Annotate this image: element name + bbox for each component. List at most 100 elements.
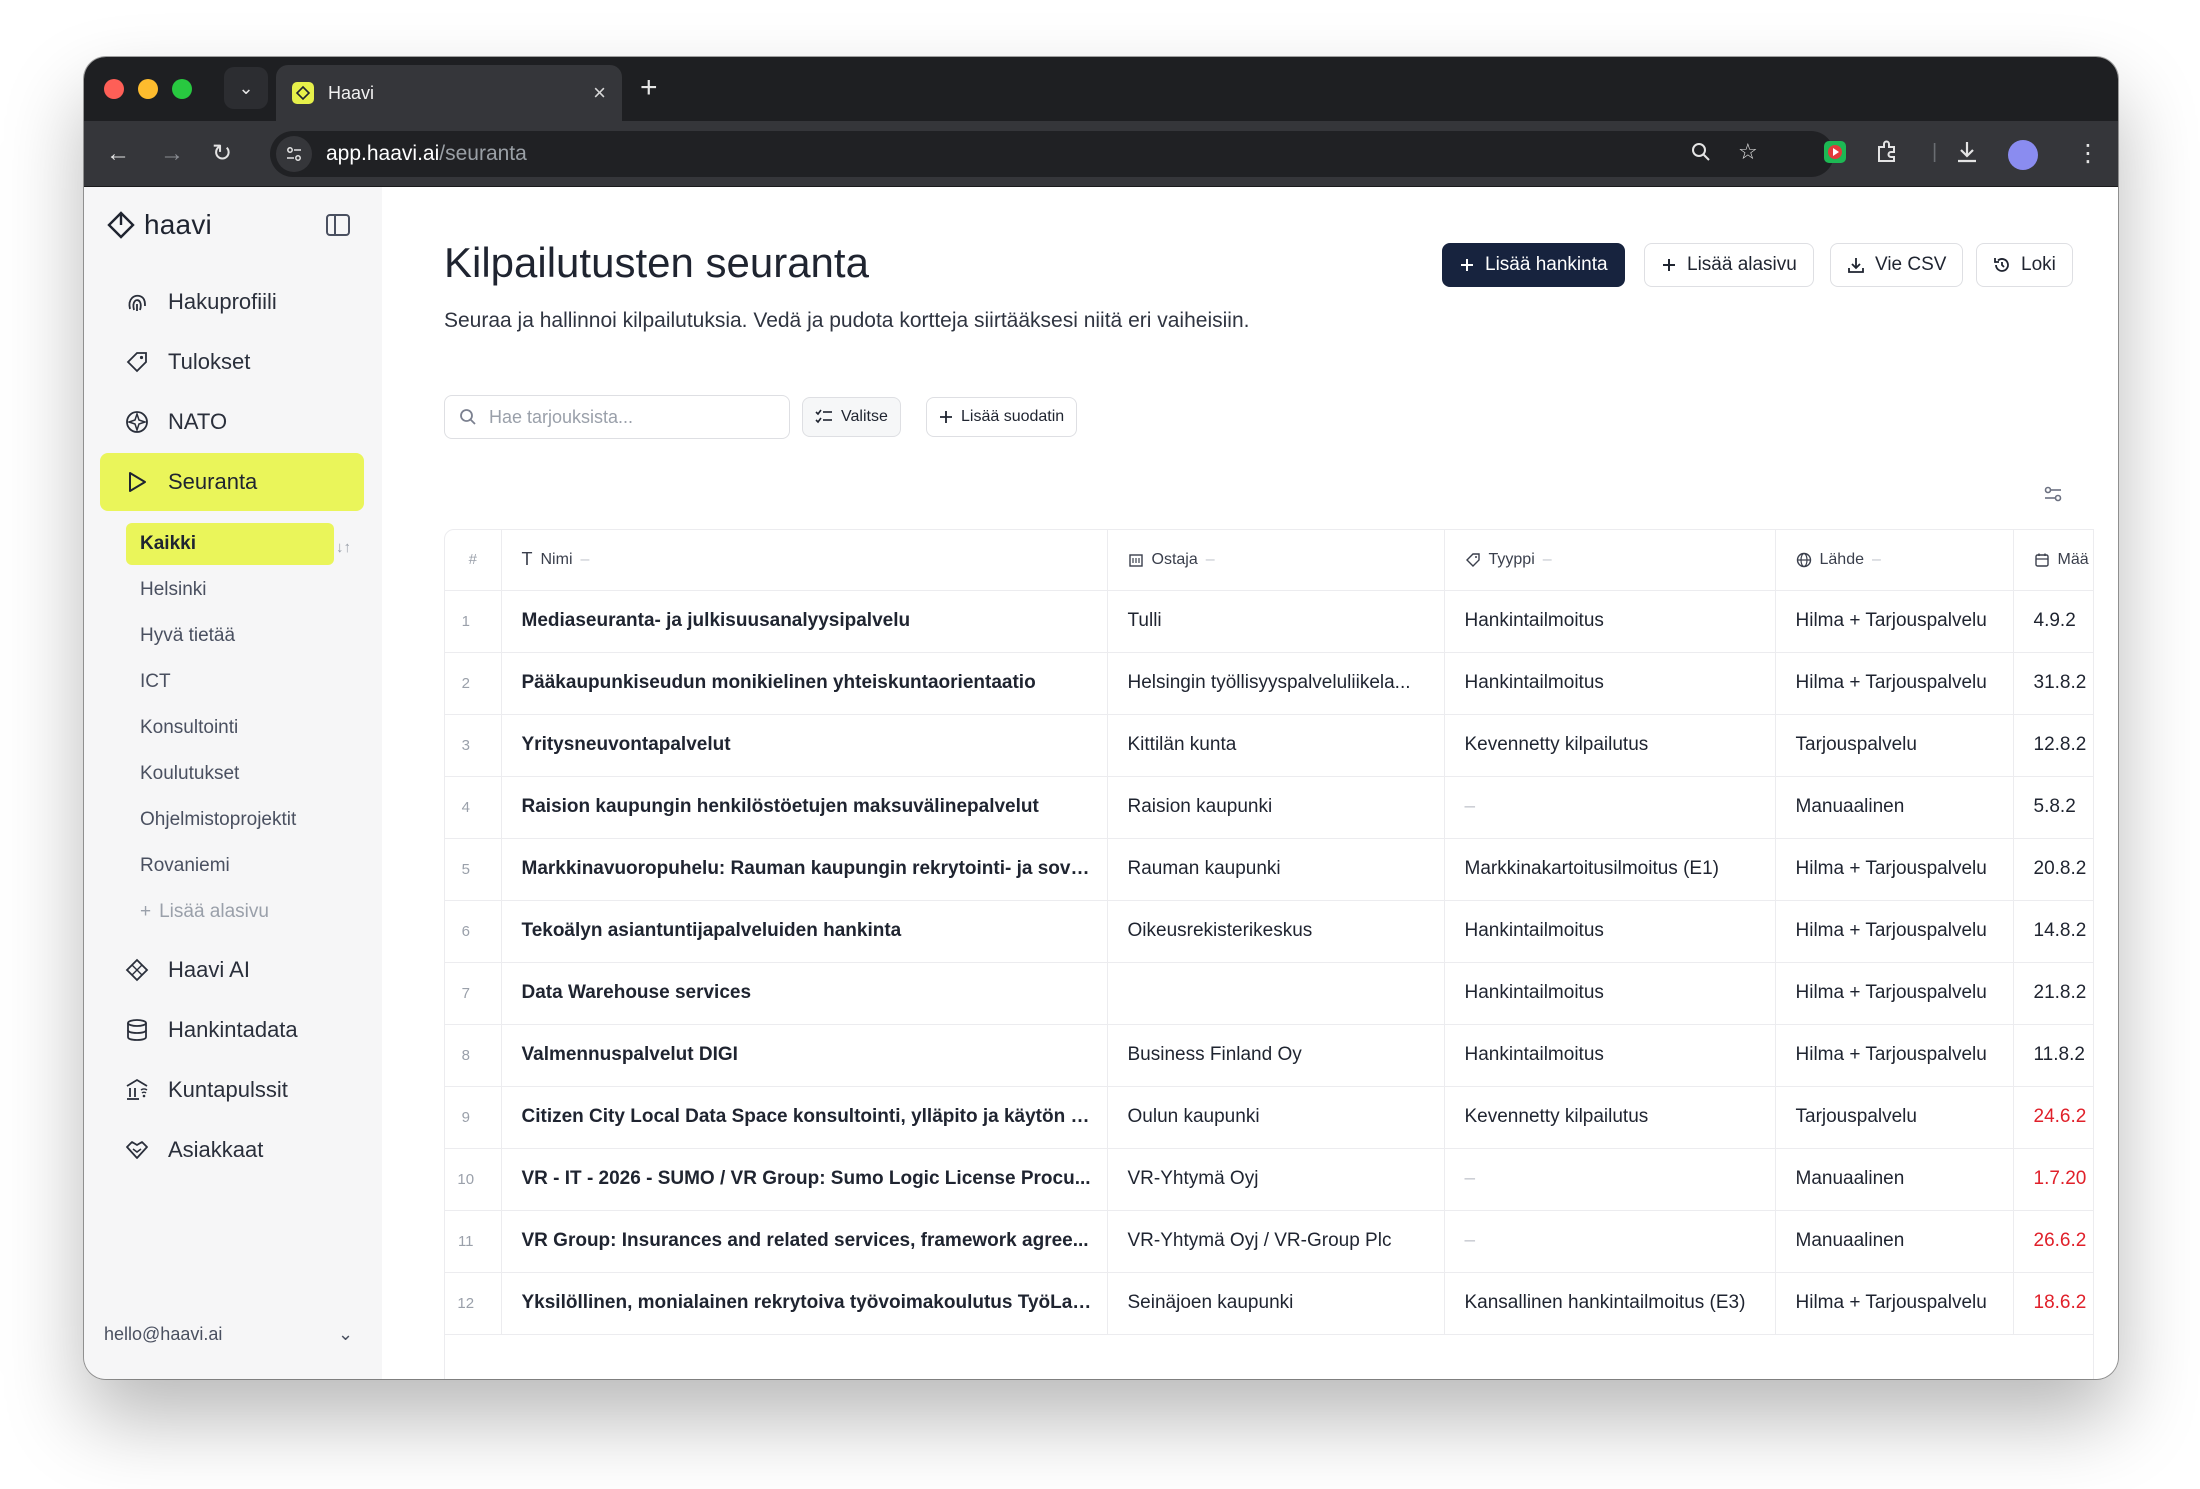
column-label: Tyyppi [1488, 550, 1535, 568]
table-row[interactable]: 7 Data Warehouse services Hankintailmoitus… [445, 962, 2093, 1025]
column-label: Ostaja [1151, 550, 1198, 568]
sidebar-item-haavi-ai[interactable]: Haavi AI [100, 941, 364, 999]
log-button[interactable]: Loki [1976, 243, 2073, 287]
column-header-buyer[interactable]: Ostaja – [1107, 530, 1445, 591]
subpage-kaikki[interactable]: Kaikki [126, 523, 334, 565]
row-name-cell: Citizen City Local Data Space konsultoin… [501, 1086, 1108, 1149]
bookmark-star-icon[interactable]: ☆ [1738, 139, 1758, 165]
add-procurement-button[interactable]: Lisää hankinta [1442, 243, 1625, 287]
button-label: Loki [2021, 254, 2056, 275]
row-deadline-cell: 5.8.2 [2013, 776, 2093, 839]
add-filter-button[interactable]: Lisää suodatin [926, 397, 1078, 437]
globe-icon [1796, 552, 1811, 567]
subpage-label: Hyvä tietää [140, 625, 236, 646]
sidebar-item-seuranta[interactable]: Seuranta [100, 453, 364, 511]
minimize-window-button[interactable] [138, 79, 158, 99]
row-source-cell: Manuaalinen [1775, 776, 2014, 839]
browser-tab[interactable]: Haavi × [276, 65, 622, 121]
column-header-source[interactable]: Lähde – [1775, 530, 2014, 591]
table-row[interactable]: 2 Pääkaupunkiseudun monikielinen yhteisku… [445, 652, 2093, 715]
user-email[interactable]: hello@haavi.ai [104, 1324, 222, 1345]
subpage-helsinki[interactable]: Helsinki [126, 569, 334, 611]
profile-avatar[interactable] [2008, 140, 2038, 170]
app-root: haavi Hakuprofiili Tulokset NATO Seurant… [84, 187, 2118, 1379]
play-outline-icon [122, 467, 152, 497]
maximize-window-button[interactable] [172, 79, 192, 99]
row-number-cell: 5 [445, 838, 502, 901]
sidebar-item-nato[interactable]: NATO [100, 393, 364, 451]
download-icon[interactable] [1954, 139, 1980, 170]
zoom-icon[interactable] [1690, 141, 1712, 169]
table-row[interactable]: 9 Citizen City Local Data Space konsultoi… [445, 1086, 2093, 1149]
column-header-type[interactable]: Tyyppi – [1444, 530, 1776, 591]
subpage-label: Koulutukset [140, 763, 240, 784]
address-bar[interactable]: app.haavi.ai/seuranta ☆ [270, 131, 1834, 177]
table-row[interactable]: 3 Yritysneuvontapalvelut Kittilän kunta Kev… [445, 714, 2093, 777]
close-window-button[interactable] [104, 79, 124, 99]
tag-icon [1465, 553, 1480, 567]
row-source-cell: Tarjouspalvelu [1775, 714, 2014, 777]
table-row[interactable]: 1 Mediaseuranta- ja julkisuusanalyysipalv… [445, 590, 2093, 653]
extensions-puzzle-icon[interactable] [1874, 139, 1900, 170]
table-row[interactable]: 4 Raision kaupungin henkilöstöetujen maks… [445, 776, 2093, 839]
sidebar-item-tulokset[interactable]: Tulokset [100, 333, 364, 391]
row-name-cell: Data Warehouse services [501, 962, 1108, 1025]
subpage-konsultointi[interactable]: Konsultointi [126, 707, 334, 749]
subpage-koulutukset[interactable]: Koulutukset [126, 753, 334, 795]
search-input[interactable]: Hae tarjouksista... [444, 395, 790, 439]
button-label: Lisää alasivu [1687, 254, 1797, 275]
row-number-cell: 6 [445, 900, 502, 963]
table-row[interactable]: 10 VR - IT - 2026 - SUMO / VR Group: Sumo… [445, 1148, 2093, 1211]
column-header-deadline[interactable]: Mää [2013, 530, 2093, 591]
toolbar-divider: | [1932, 141, 1938, 163]
table-row[interactable]: 5 Markkinavuoropuhelu: Rauman kaupungin r… [445, 838, 2093, 901]
button-label: Vie CSV [1875, 254, 1947, 275]
tab-search-button[interactable]: ⌄ [224, 67, 268, 109]
tab-strip: ⌄ Haavi × + [84, 57, 2118, 121]
close-tab-icon[interactable]: × [593, 80, 606, 106]
sort-icon[interactable]: ↓↑ [336, 539, 351, 556]
add-subpage-link[interactable]: + Lisää alasivu [126, 891, 334, 933]
subpage-hyva-tietaa[interactable]: Hyvä tietää [126, 615, 334, 657]
new-tab-button[interactable]: + [640, 71, 658, 105]
table-row[interactable]: 6 Tekoälyn asiantuntijapalveluiden hankin… [445, 900, 2093, 963]
subpage-ict[interactable]: ICT [126, 661, 334, 703]
select-button[interactable]: Valitse [802, 397, 901, 437]
add-subpage-button[interactable]: Lisää alasivu [1644, 243, 1814, 287]
table-row[interactable]: 12 Yksilöllinen, monialainen rekrytoiva t… [445, 1272, 2093, 1335]
more-vertical-icon[interactable]: ⋮ [2076, 139, 2100, 168]
window-controls [104, 79, 192, 99]
table-row[interactable]: 11 VR Group: Insurances and related servi… [445, 1210, 2093, 1273]
subpage-label: ICT [140, 671, 171, 692]
sidebar-item-hakuprofiili[interactable]: Hakuprofiili [100, 273, 364, 331]
list-check-icon [815, 409, 832, 424]
add-subpage-label: Lisää alasivu [159, 901, 269, 922]
row-name-cell: Yritysneuvontapalvelut [501, 714, 1108, 777]
back-arrow-icon[interactable]: ← [106, 139, 130, 169]
extension-red-icon[interactable] [1822, 139, 1848, 170]
column-settings-icon[interactable] [2042, 483, 2064, 510]
row-deadline-cell: 31.8.2 [2013, 652, 2093, 715]
row-buyer-cell: Kittilän kunta [1107, 714, 1445, 777]
table-row[interactable]: 8 Valmennuspalvelut DIGI Business Finland … [445, 1024, 2093, 1087]
row-type-cell: Kevennetty kilpailutus [1444, 1086, 1776, 1149]
sidebar-item-hankintadata[interactable]: Hankintadata [100, 1001, 364, 1059]
chevron-down-icon[interactable]: ⌄ [338, 1324, 353, 1345]
column-header-name[interactable]: T Nimi – [501, 530, 1108, 591]
reload-icon[interactable]: ↻ [212, 139, 232, 169]
main-content: Kilpailutusten seuranta Seuraa ja hallin… [382, 187, 2118, 1379]
column-label: Mää [2057, 550, 2089, 568]
sidebar-item-kuntapulssit[interactable]: Kuntapulssit [100, 1061, 364, 1119]
page-title: Kilpailutusten seuranta [444, 239, 869, 286]
subpage-ohjelmistoprojektit[interactable]: Ohjelmistoprojektit [126, 799, 334, 841]
subpage-rovaniemi[interactable]: Rovaniemi [126, 845, 334, 887]
sidebar-item-asiakkaat[interactable]: Asiakkaat [100, 1121, 364, 1179]
row-deadline-cell: 1.7.20 [2013, 1148, 2093, 1211]
site-settings-icon[interactable] [276, 136, 312, 172]
sidebar-toggle-icon[interactable] [324, 211, 352, 244]
subpage-label: Helsinki [140, 579, 207, 600]
row-deadline-cell: 26.6.2 [2013, 1210, 2093, 1273]
brand-logo[interactable]: haavi [106, 209, 212, 241]
forward-arrow-icon[interactable]: → [160, 139, 184, 169]
export-csv-button[interactable]: Vie CSV [1830, 243, 1964, 287]
